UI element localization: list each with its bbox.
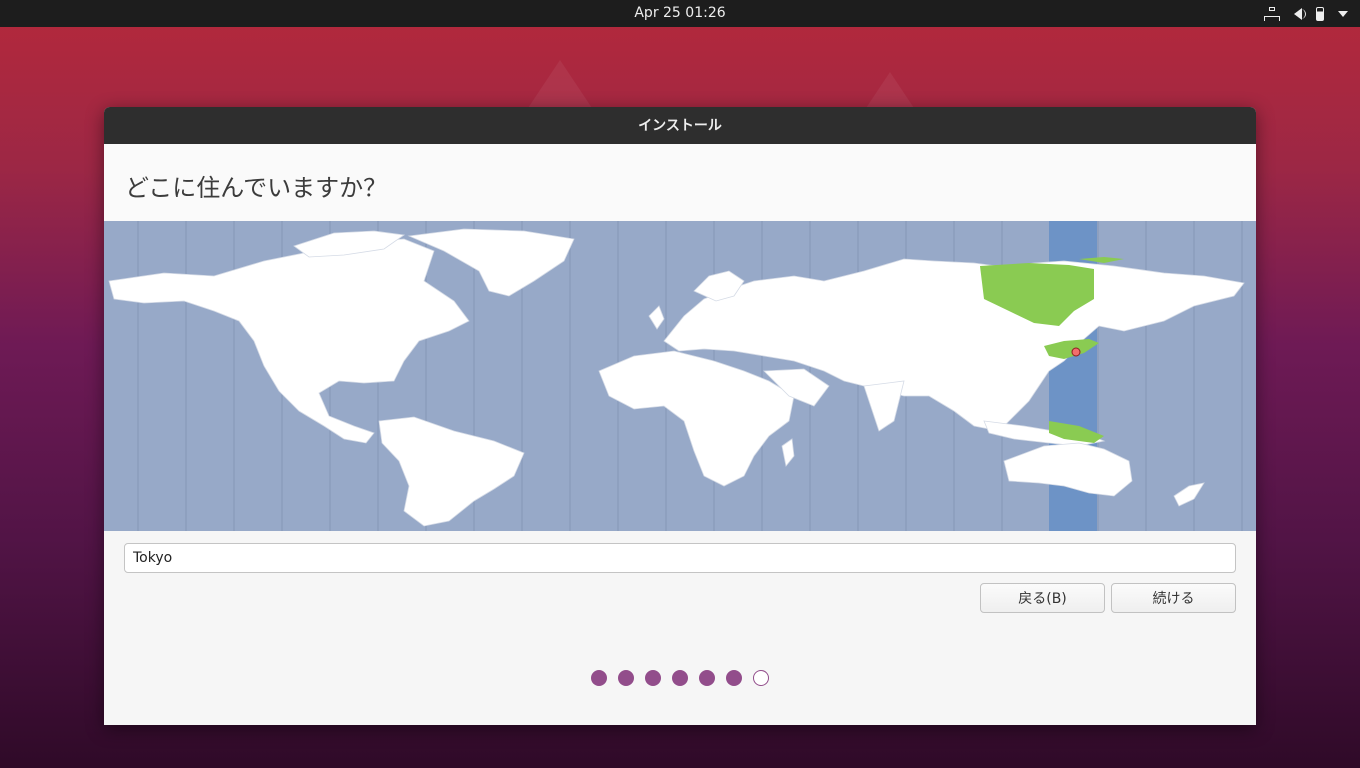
timezone-map[interactable]	[104, 221, 1256, 531]
world-map-graphic[interactable]	[104, 221, 1256, 531]
window-title: インストール	[104, 107, 1256, 144]
clock[interactable]: Apr 25 01:26	[0, 0, 1360, 27]
battery-icon[interactable]	[1316, 6, 1324, 21]
progress-dots	[104, 670, 1256, 686]
top-bar: Apr 25 01:26	[0, 0, 1360, 27]
progress-dot-current	[753, 670, 769, 686]
continue-button[interactable]: 続ける	[1111, 583, 1236, 613]
back-button[interactable]: 戻る(B)	[980, 583, 1105, 613]
progress-dot-complete	[672, 670, 688, 686]
system-menu-chevron-icon[interactable]	[1338, 10, 1348, 17]
system-tray[interactable]	[1264, 0, 1348, 27]
installer-window: インストール どこに住んでいますか？ Tokyo 戻る(B) 続ける	[104, 107, 1256, 725]
heading-area: どこに住んでいますか？	[104, 144, 1256, 221]
page-title: どこに住んでいますか？	[125, 174, 388, 202]
volume-icon[interactable]	[1294, 7, 1306, 20]
timezone-input[interactable]	[124, 543, 1236, 573]
progress-dot-complete	[726, 670, 742, 686]
network-icon[interactable]	[1264, 6, 1280, 21]
progress-dot-complete	[699, 670, 715, 686]
tokyo-marker[interactable]	[1071, 347, 1081, 357]
progress-dot-complete	[591, 670, 607, 686]
progress-dot-complete	[618, 670, 634, 686]
progress-dot-complete	[645, 670, 661, 686]
